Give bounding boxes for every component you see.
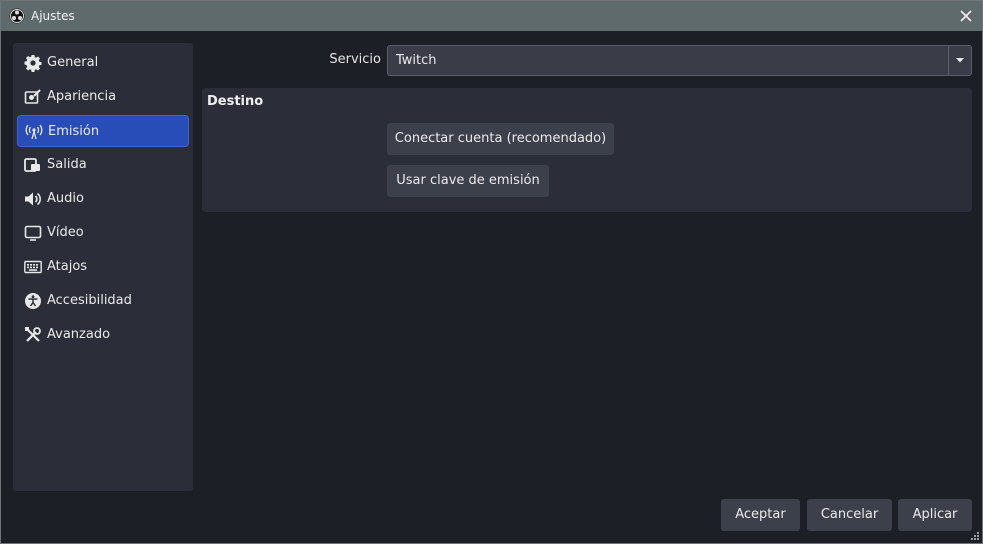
sidebar-item-label: General: [47, 55, 99, 70]
obs-logo-icon: [9, 8, 25, 24]
sidebar-item-video[interactable]: Vídeo: [17, 217, 189, 249]
sidebar-item-label: Apariencia: [47, 89, 117, 104]
dropdown-separator: [948, 46, 949, 75]
antenna-icon: [25, 124, 43, 140]
sidebar-item-audio[interactable]: Audio: [17, 183, 189, 215]
sidebar-item-general[interactable]: General: [17, 47, 189, 79]
close-icon[interactable]: [957, 7, 975, 25]
chevron-down-icon[interactable]: [954, 54, 966, 66]
sidebar-item-output[interactable]: Salida: [17, 149, 189, 181]
sidebar-item-accessibility[interactable]: Accesibilidad: [17, 285, 189, 317]
sidebar-item-appearance[interactable]: Apariencia: [17, 81, 189, 113]
sidebar-item-label: Salida: [47, 157, 87, 172]
sidebar-item-label: Accesibilidad: [47, 293, 132, 308]
tools-icon: [25, 327, 41, 342]
gear-icon: [24, 55, 42, 72]
settings-sidebar: General Apariencia Emisión Salida Audio …: [13, 43, 193, 491]
sidebar-item-label: Avanzado: [47, 327, 111, 342]
resize-grip-icon[interactable]: [968, 529, 980, 541]
sidebar-item-label: Vídeo: [47, 225, 84, 240]
accept-button[interactable]: Aceptar: [721, 499, 800, 531]
destination-title: Destino: [207, 94, 264, 109]
cancel-button[interactable]: Cancelar: [807, 499, 892, 531]
sidebar-item-label: Emisión: [48, 124, 100, 139]
sidebar-item-label: Audio: [47, 191, 84, 206]
sidebar-item-advanced[interactable]: Avanzado: [17, 319, 189, 351]
sidebar-item-hotkeys[interactable]: Atajos: [17, 251, 189, 283]
destination-group: Destino Conectar cuenta (recomendado) Us…: [202, 88, 972, 212]
sidebar-item-streaming[interactable]: Emisión: [17, 115, 189, 147]
service-value: Twitch: [396, 53, 437, 68]
title-bar: Ajustes: [1, 1, 982, 31]
sidebar-item-label: Atajos: [47, 259, 88, 274]
monitor-icon: [24, 225, 42, 241]
settings-window: Ajustes General Apariencia Emisión Salid…: [0, 0, 983, 544]
palette-icon: [24, 89, 41, 104]
connect-account-button[interactable]: Conectar cuenta (recomendado): [387, 123, 614, 155]
use-stream-key-button[interactable]: Usar clave de emisión: [387, 165, 549, 197]
speaker-icon: [25, 192, 41, 206]
window-title: Ajustes: [31, 9, 75, 23]
keyboard-icon: [24, 260, 42, 274]
accessibility-icon: [25, 293, 41, 309]
service-label: Servicio: [329, 52, 381, 67]
output-icon: [24, 158, 40, 172]
apply-button[interactable]: Aplicar: [898, 499, 972, 531]
service-dropdown[interactable]: Twitch: [387, 45, 972, 76]
